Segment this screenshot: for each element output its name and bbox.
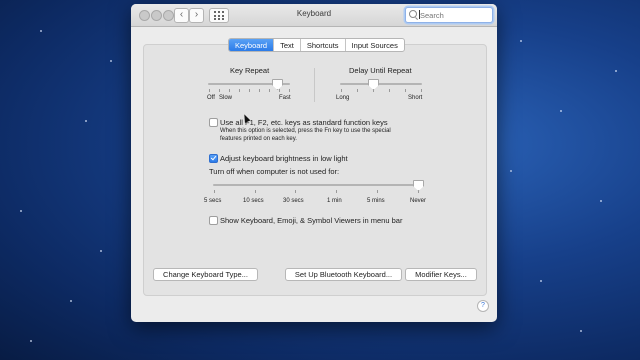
key-repeat-fast-label: Fast — [279, 95, 291, 101]
keyboard-preferences-window: ‹ › Keyboard Keyboard Text Shortcuts Inp… — [131, 4, 497, 322]
function-keys-note-line2: features printed on each key. — [220, 136, 297, 142]
turn-off-tick-5-secs: 5 secs — [204, 198, 222, 204]
viewers-label[interactable]: Show Keyboard, Emoji, & Symbol Viewers i… — [220, 216, 402, 225]
turn-off-tick-10-secs: 10 secs — [243, 198, 264, 204]
help-button[interactable]: ? — [477, 300, 489, 312]
turn-off-tick-5-mins: 5 mins — [367, 198, 385, 204]
delay-long-label: Long — [336, 95, 350, 101]
turn-off-title: Turn off when computer is not used for: — [209, 167, 340, 176]
key-repeat-slow-label: Slow — [219, 95, 233, 101]
tab-shortcuts[interactable]: Shortcuts — [299, 39, 345, 51]
key-repeat-off-label: Off — [207, 95, 215, 101]
modifier-keys-button[interactable]: Modifier Keys... — [405, 268, 477, 281]
section-divider — [314, 68, 315, 102]
setup-bluetooth-keyboard-button[interactable]: Set Up Bluetooth Keyboard... — [285, 268, 402, 281]
search-field[interactable] — [405, 7, 493, 23]
change-keyboard-type-button[interactable]: Change Keyboard Type... — [153, 268, 258, 281]
turn-off-tick-never: Never — [410, 198, 427, 204]
key-repeat-title: Key Repeat — [230, 66, 270, 75]
brightness-label[interactable]: Adjust keyboard brightness in low light — [220, 154, 348, 163]
tab-text[interactable]: Text — [273, 39, 300, 51]
turn-off-tick-1-min: 1 min — [327, 198, 342, 204]
tab-bar: Keyboard Text Shortcuts Input Sources — [228, 38, 405, 52]
title-bar: ‹ › Keyboard — [131, 4, 497, 27]
brightness-checkbox[interactable] — [209, 154, 218, 163]
magnifier-icon — [409, 10, 417, 18]
function-keys-note-line1: When this option is selected, press the … — [220, 128, 391, 134]
viewers-checkbox[interactable] — [209, 216, 218, 225]
function-keys-checkbox[interactable] — [209, 118, 218, 127]
tab-input-sources[interactable]: Input Sources — [344, 39, 404, 51]
tab-keyboard[interactable]: Keyboard — [229, 39, 274, 51]
turn-off-track — [213, 184, 419, 186]
delay-until-repeat-title: Delay Until Repeat — [349, 66, 412, 75]
search-input[interactable] — [420, 8, 486, 22]
delay-short-label: Short — [408, 95, 423, 101]
turn-off-tick-30-secs: 30 secs — [283, 198, 304, 204]
delay-track — [340, 83, 422, 85]
